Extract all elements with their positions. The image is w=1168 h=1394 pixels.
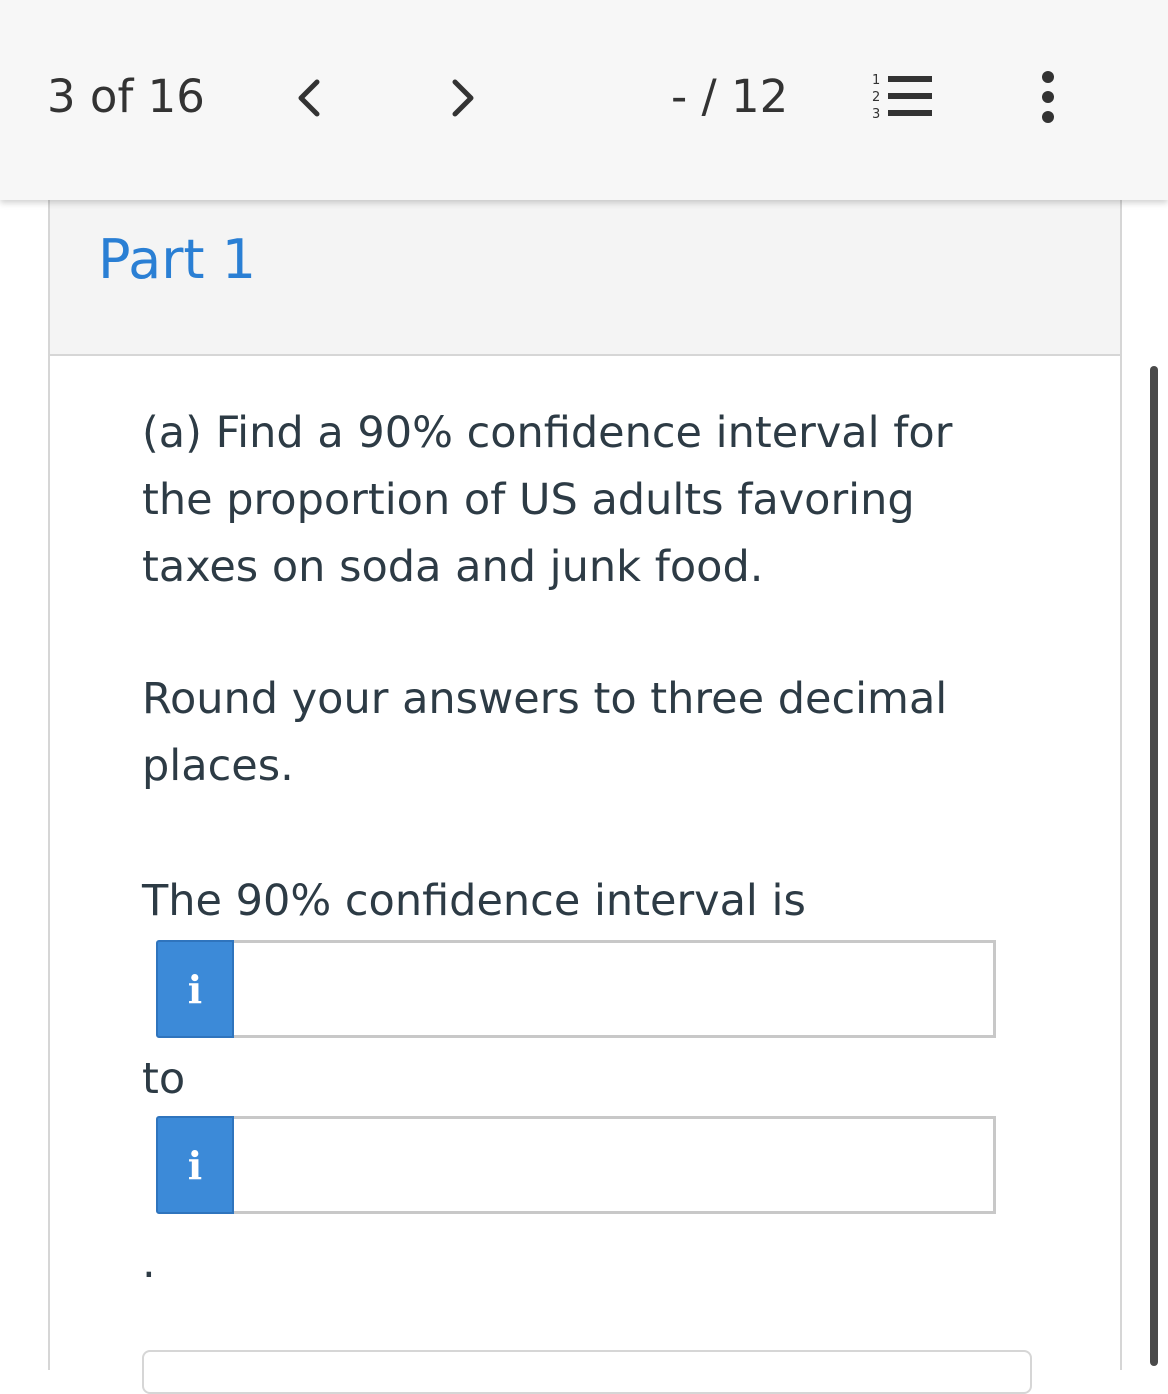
svg-text:1: 1 bbox=[872, 73, 880, 88]
chevron-left-icon bbox=[298, 79, 320, 117]
lower-bound-answer: i bbox=[156, 940, 996, 1038]
rounding-instruction: Round your answers to three decimal plac… bbox=[142, 674, 948, 791]
sentence-terminator: . bbox=[142, 1238, 156, 1288]
svg-text:2: 2 bbox=[872, 90, 880, 105]
question-list-button[interactable]: 1 2 3 bbox=[868, 70, 934, 124]
more-options-button[interactable] bbox=[1028, 68, 1068, 126]
question-nav-bar: 3 of 16 - / 12 1 2 3 bbox=[0, 0, 1168, 200]
lower-bound-input[interactable] bbox=[234, 940, 996, 1038]
upper-bound-answer: i bbox=[156, 1116, 996, 1214]
chevron-right-icon bbox=[452, 79, 474, 117]
upper-bound-info-button[interactable]: i bbox=[156, 1116, 234, 1214]
upper-bound-input[interactable] bbox=[234, 1116, 996, 1214]
previous-question-button[interactable] bbox=[284, 74, 332, 122]
score-display: - / 12 bbox=[671, 70, 789, 123]
question-counter: 3 of 16 bbox=[47, 70, 205, 123]
part-header: Part 1 bbox=[50, 190, 1120, 356]
part-title: Part 1 bbox=[98, 228, 257, 291]
question-text: (a) Find a 90% confidence interval for t… bbox=[142, 408, 953, 592]
info-icon: i bbox=[187, 1142, 203, 1188]
question-panel: Part 1 (a) Find a 90% confidence interva… bbox=[48, 190, 1122, 1394]
info-icon: i bbox=[187, 966, 203, 1012]
numbered-list-icon: 1 2 3 bbox=[872, 73, 932, 122]
next-question-button[interactable] bbox=[440, 74, 488, 122]
interval-connector: to bbox=[142, 1054, 186, 1104]
lower-bound-info-button[interactable]: i bbox=[156, 940, 234, 1038]
answer-prompt: The 90% confidence interval is bbox=[142, 876, 806, 926]
more-vertical-icon bbox=[1042, 71, 1054, 123]
svg-text:3: 3 bbox=[872, 107, 880, 122]
page-scrollbar[interactable] bbox=[1150, 366, 1158, 1366]
